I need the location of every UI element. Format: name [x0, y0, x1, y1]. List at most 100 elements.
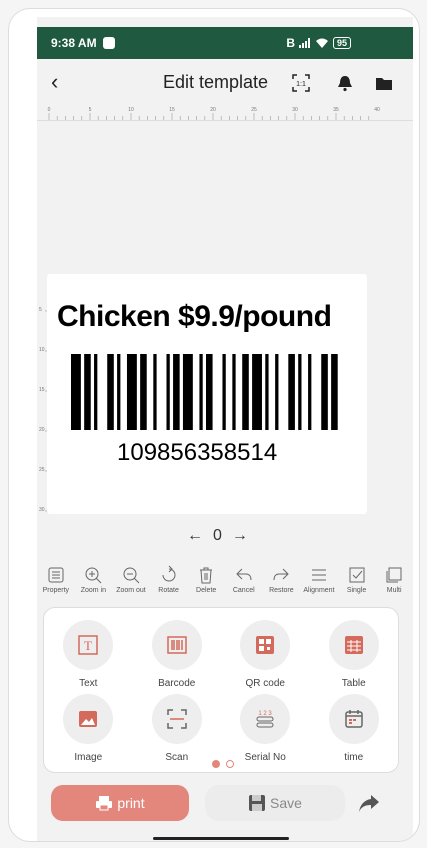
barcode-bar — [166, 354, 170, 430]
checkbox-icon — [349, 567, 365, 583]
toolbar-multi-button[interactable]: Multi — [375, 565, 413, 607]
barcode-bar — [242, 354, 249, 430]
status-bar: 9:38 AM B 95 — [37, 27, 413, 59]
barcode-icon — [167, 636, 187, 654]
element-label: Scan — [165, 752, 189, 763]
toolbar-label: Delete — [196, 587, 217, 594]
qr-code-icon — [256, 636, 275, 654]
top-bar: ‹ Edit template 1:1 — [37, 59, 413, 105]
page-navigator: ← 0 → — [187, 527, 248, 545]
barcode-bar — [331, 354, 338, 430]
page-number: 0 — [213, 527, 222, 544]
bell-icon[interactable] — [334, 72, 356, 94]
rotate-icon — [162, 565, 176, 582]
add-scan-button[interactable]: Scan — [133, 694, 222, 768]
folder-icon[interactable] — [373, 72, 395, 94]
barcode-bar — [321, 354, 328, 430]
barcode-bar — [265, 354, 269, 430]
barcode-bar — [71, 354, 81, 430]
barcode-bar — [288, 354, 295, 430]
add-serial-number-button[interactable]: 1 2 3 Serial No — [221, 694, 310, 768]
redo-icon — [273, 568, 290, 581]
share-icon[interactable] — [357, 791, 381, 815]
ruler-tick-label: 5 — [39, 307, 42, 313]
barcode-element[interactable] — [71, 354, 341, 430]
add-text-button[interactable]: T Text — [44, 620, 133, 694]
add-table-button[interactable]: Table — [310, 620, 399, 694]
edit-toolbar: Property Zoom in Zoom out Rotate Delete … — [37, 565, 413, 607]
undo-icon — [236, 568, 252, 581]
print-button-label: print — [117, 795, 145, 811]
toolbar-zoom-in-button[interactable]: Zoom in — [75, 565, 113, 607]
add-barcode-button[interactable]: Barcode — [133, 620, 222, 694]
horizontal-ruler: 0 5 10 15 20 25 30 35 40 — [37, 105, 413, 121]
next-page-button[interactable]: → — [232, 527, 248, 545]
list-icon — [48, 567, 64, 583]
toolbar-alignment-button[interactable]: Alignment — [300, 565, 338, 607]
element-label: time — [344, 752, 364, 763]
element-panel: T Text Barcode QR code Table Image Scan … — [43, 607, 399, 773]
label-preview[interactable]: Chicken $9.9/pound 109856358514 — [47, 274, 367, 514]
ruler-tick-label: 5 — [89, 107, 92, 113]
add-qr-code-button[interactable]: QR code — [221, 620, 310, 694]
ruler-tick-label: 30 — [292, 107, 298, 113]
barcode-bar — [298, 354, 302, 430]
barcode-bar — [84, 354, 91, 430]
image-icon — [79, 711, 98, 727]
fit-screen-icon[interactable]: 1:1 — [290, 72, 312, 94]
device-frame: 9:38 AM B 95 ‹ Edit template 1:1 0 5 10 15 2… — [8, 8, 420, 842]
barcode-bar — [199, 354, 203, 430]
barcode-bar — [206, 354, 213, 430]
toolbar-restore-button[interactable]: Restore — [263, 565, 301, 607]
toolbar-delete-button[interactable]: Delete — [187, 565, 225, 607]
network-label: B — [286, 36, 295, 50]
save-icon — [249, 795, 266, 811]
add-time-button[interactable]: time — [310, 694, 399, 768]
home-indicator — [153, 837, 289, 840]
barcode-number: 109856358514 — [117, 439, 278, 466]
toolbar-zoom-out-button[interactable]: Zoom out — [112, 565, 150, 607]
scan-icon — [167, 709, 187, 729]
toolbar-label: Rotate — [158, 587, 179, 594]
ruler-tick-label: 25 — [251, 107, 257, 113]
status-right: B 95 — [286, 36, 351, 50]
ruler-tick-label: 15 — [169, 107, 175, 113]
toolbar-cancel-button[interactable]: Cancel — [225, 565, 263, 607]
trash-icon — [200, 567, 213, 584]
barcode-bar — [140, 354, 147, 430]
ruler-tick-label: 20 — [39, 427, 45, 433]
page-dot[interactable] — [226, 760, 234, 768]
toolbar-label: Cancel — [232, 587, 255, 594]
ruler-tick-label: 40 — [374, 107, 380, 113]
prev-page-button[interactable]: ← — [187, 527, 203, 545]
align-icon — [311, 569, 326, 581]
barcode-bar — [117, 354, 121, 430]
toolbar-property-button[interactable]: Property — [37, 565, 75, 607]
zoom-out-icon — [123, 567, 140, 584]
svg-text:1:1: 1:1 — [296, 81, 306, 88]
toolbar-single-button[interactable]: Single — [338, 565, 376, 607]
toolbar-rotate-button[interactable]: Rotate — [150, 565, 188, 607]
barcode-bar — [94, 354, 98, 430]
barcode-bar — [252, 354, 262, 430]
back-icon[interactable]: ‹ — [51, 69, 58, 95]
save-button[interactable]: Save — [205, 785, 345, 821]
barcode-bar — [232, 354, 236, 430]
toolbar-label: Single — [346, 587, 367, 594]
barcode-bar — [182, 354, 193, 430]
design-canvas[interactable]: 5 10 15 20 25 30 Chicken $9.9/pound 109856358… — [37, 121, 413, 561]
text-icon: T — [78, 635, 98, 655]
toolbar-label: Alignment — [303, 587, 335, 594]
add-image-button[interactable]: Image — [44, 694, 133, 768]
barcode-bar — [308, 354, 312, 430]
print-button[interactable]: print — [51, 785, 189, 821]
signal-icon — [298, 38, 310, 48]
serial-number-icon: 1 2 3 — [256, 711, 274, 728]
ruler-tick-label: 25 — [39, 467, 45, 473]
element-label: Table — [341, 678, 366, 689]
element-label: Text — [79, 678, 98, 689]
label-text-element[interactable]: Chicken $9.9/pound — [57, 300, 332, 334]
element-label: QR code — [245, 678, 285, 689]
page-dot-active[interactable] — [212, 760, 220, 768]
toolbar-label: Zoom out — [116, 587, 146, 594]
